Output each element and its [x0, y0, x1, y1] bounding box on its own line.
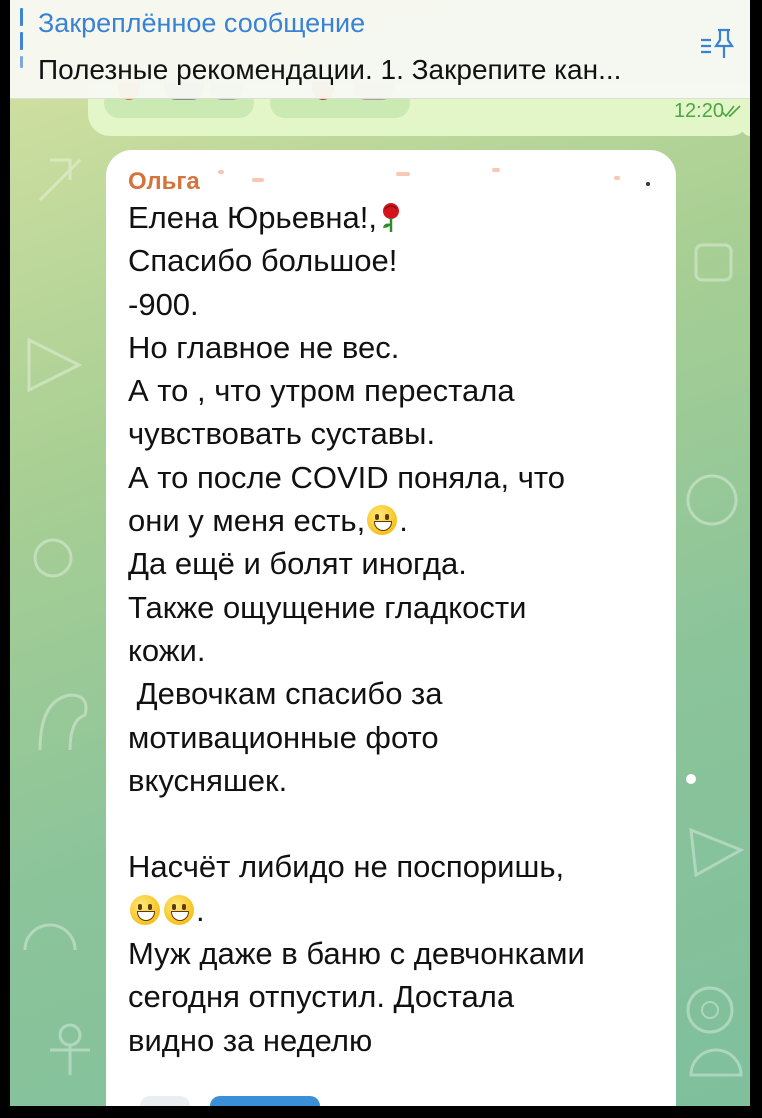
message-line: А то после COVID поняла, что [128, 459, 565, 495]
adjacent-bubble-edge [742, 100, 750, 136]
pinned-title: Закреплённое сообщение [38, 8, 366, 38]
next-element-edge [210, 1096, 320, 1106]
doodle-icon [38, 158, 82, 202]
message-line: сегодня отпустил. Достала [128, 979, 515, 1015]
ball-icon [686, 474, 738, 526]
pinned-indicator [20, 8, 23, 88]
message-line: Спасибо большое! [128, 243, 398, 279]
pinned-list-icon[interactable] [698, 26, 734, 66]
message-line [128, 802, 668, 845]
next-element-edge [140, 1096, 190, 1106]
message-line: они у меня есть,. [128, 503, 408, 539]
redaction-mark [218, 170, 224, 174]
grinning-face-emoji-icon [367, 505, 398, 536]
redaction-mark [396, 172, 410, 176]
message-line: Муж даже в баню с девчонками [128, 936, 585, 972]
grinning-face-emoji-icon [164, 894, 194, 925]
message-line: -900. [128, 286, 199, 322]
redaction-mark [646, 182, 650, 186]
message-bubble[interactable]: Ольга Елена Юрьевна!, Спасибо большое! -… [106, 150, 676, 1106]
message-line: видно за неделю [128, 1022, 373, 1058]
pear-icon [33, 538, 73, 578]
message-line: кожи. [128, 632, 206, 668]
pizza-slice-icon [689, 827, 745, 878]
mug-icon [694, 243, 733, 282]
message-line: Также ощущение гладкости [128, 589, 527, 625]
billiard-ball-icon [686, 986, 734, 1034]
dino-icon [38, 693, 88, 751]
message-line: Да ещё и болят иногда. [128, 546, 467, 582]
message-line: А то , что утром перестала [128, 373, 515, 409]
redaction-mark [614, 176, 620, 180]
gingerbread-icon [50, 1023, 90, 1075]
pinned-text: Полезные рекомендации. 1. Закрепите кан.… [38, 54, 622, 85]
message-time: 12:20 [673, 100, 724, 122]
message-line: мотивационные фото [128, 719, 439, 755]
message-line: чувствовать суставы. [128, 416, 436, 452]
wallpaper-dot [686, 774, 696, 784]
double-check-icon [720, 102, 744, 123]
chat-screen: 12:20 Закреплённое сообщение Полезные ре… [10, 0, 750, 1106]
message-line: Насчёт либидо не поспоришь, [128, 849, 565, 885]
redaction-mark [252, 178, 264, 182]
umbrella-icon [689, 1048, 743, 1077]
rainbow-icon [23, 923, 77, 951]
message-text: Елена Юрьевна!, Спасибо большое! -900. Н… [128, 196, 668, 1062]
redaction-mark [492, 168, 500, 172]
message-line: Елена Юрьевна!, [128, 196, 668, 239]
grinning-face-emoji-icon [130, 894, 160, 925]
rose-emoji-icon [379, 202, 403, 234]
sender-name[interactable]: Ольга [128, 168, 200, 196]
message-line: Но главное не вес. [128, 329, 400, 365]
message-line: Девочкам спасибо за [128, 676, 443, 712]
pizza-icon [27, 337, 83, 393]
message-line: вкусняшек. [128, 762, 288, 798]
pinned-message-bar[interactable]: Закреплённое сообщение Полезные рекоменд… [10, 0, 750, 99]
message-line: . [128, 889, 668, 932]
